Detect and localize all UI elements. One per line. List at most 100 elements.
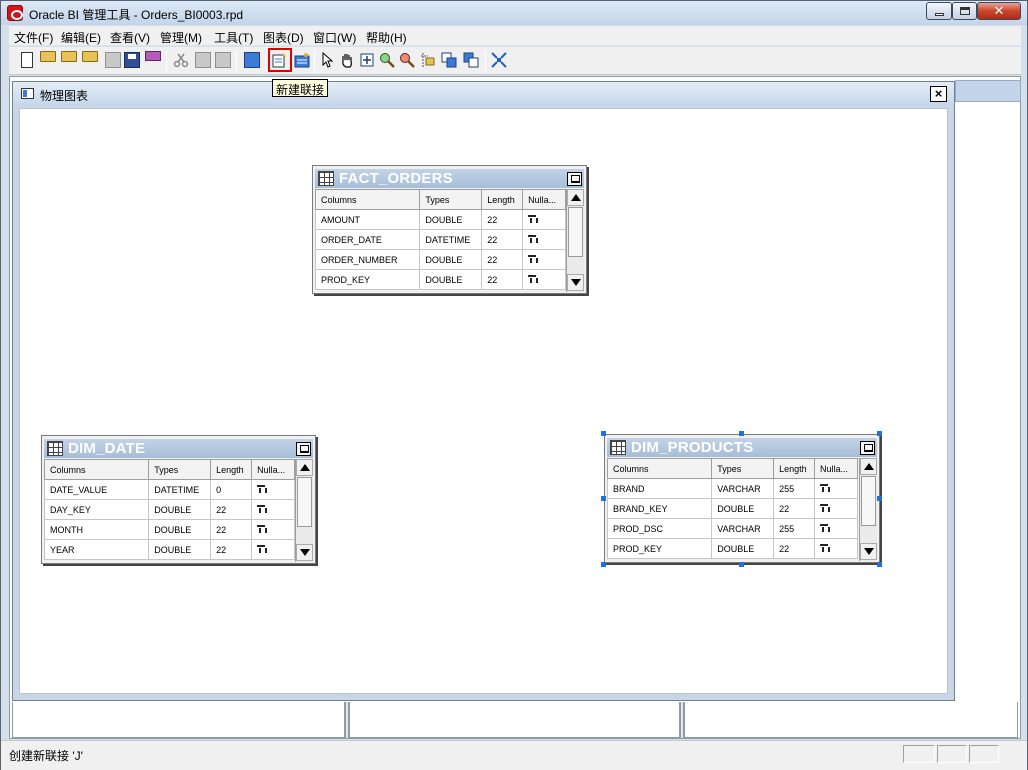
menu-window[interactable]: 窗口(W) [313, 29, 356, 46]
expand-tables-icon[interactable] [441, 52, 457, 68]
cut-icon[interactable] [173, 52, 189, 68]
column-header-nullable[interactable]: Nulla... [522, 189, 566, 210]
column-length: 255 [773, 518, 816, 539]
paste-icon[interactable] [215, 52, 231, 68]
table-header[interactable]: DIM_PRODUCTS [607, 438, 877, 457]
title-bar[interactable]: Oracle BI 管理工具 - Orders_BI0003.rpd ✕ [1, 1, 1027, 25]
bottom-pane-right[interactable] [684, 702, 1018, 738]
restore-table-button[interactable] [296, 442, 311, 456]
table-row[interactable]: PROD_DSC VARCHAR 255 [606, 518, 858, 539]
collapse-tables-icon[interactable] [463, 52, 479, 68]
pan-hand-icon[interactable] [339, 52, 355, 68]
scroll-thumb[interactable] [297, 477, 312, 527]
nullable-cell [522, 229, 566, 250]
save-icon[interactable] [124, 52, 140, 68]
oracle-app-icon[interactable] [7, 5, 23, 21]
menu-view[interactable]: 查看(V) [110, 29, 150, 46]
selection-handle[interactable] [877, 496, 882, 501]
table-row[interactable]: PROD_KEY DOUBLE 22 [606, 538, 858, 559]
close-diagram-button[interactable]: × [930, 86, 947, 102]
table-header[interactable]: FACT_ORDERS [315, 169, 584, 188]
column-header-length[interactable]: Length [210, 459, 253, 480]
new-file-icon[interactable] [21, 52, 33, 68]
menu-file[interactable]: 文件(F) [14, 29, 53, 46]
column-header-types[interactable]: Types [148, 459, 212, 480]
column-header-types[interactable]: Types [711, 458, 775, 479]
column-header-columns[interactable]: Columns [606, 458, 713, 479]
menu-help[interactable]: 帮助(H) [366, 29, 407, 46]
table-row[interactable]: AMOUNT DOUBLE 22 [314, 209, 566, 230]
column-header-nullable[interactable]: Nulla... [251, 459, 295, 480]
fit-window-icon[interactable] [491, 52, 507, 68]
selection-handle[interactable] [739, 431, 744, 436]
selection-handle[interactable] [739, 562, 744, 567]
scroll-down-icon[interactable] [567, 274, 584, 291]
scroll-down-icon[interactable] [860, 543, 877, 560]
table-name: FACT_ORDERS [339, 170, 453, 187]
scroll-up-icon[interactable] [296, 459, 313, 476]
scroll-up-icon[interactable] [567, 189, 584, 206]
new-join-icon[interactable] [268, 48, 292, 72]
column-header-types[interactable]: Types [419, 189, 483, 210]
menu-tools[interactable]: 工具(T) [214, 29, 253, 46]
physical-diagram-titlebar[interactable]: 物理图表 × [13, 82, 954, 106]
table-row[interactable]: BRAND VARCHAR 255 [606, 478, 858, 499]
restore-table-button[interactable] [567, 172, 582, 186]
column-header-nullable[interactable]: Nulla... [814, 458, 858, 479]
new-complex-join-icon[interactable] [294, 52, 310, 68]
menu-manage[interactable]: 管理(M) [160, 29, 202, 46]
table-row[interactable]: ORDER_NUMBER DOUBLE 22 [314, 249, 566, 270]
diagram-canvas[interactable]: FACT_ORDERS Columns Types Length Nulla..… [19, 108, 948, 694]
column-header-length[interactable]: Length [773, 458, 816, 479]
table-row[interactable]: BRAND_KEY DOUBLE 22 [606, 498, 858, 519]
vertical-scrollbar[interactable] [295, 459, 313, 562]
table-row[interactable]: ORDER_DATE DATETIME 22 [314, 229, 566, 250]
table-fact-orders[interactable]: FACT_ORDERS Columns Types Length Nulla..… [312, 165, 587, 294]
open-cache-icon[interactable] [82, 51, 98, 62]
copy-icon[interactable] [195, 52, 211, 68]
auto-layout-icon[interactable] [420, 52, 436, 68]
column-header-columns[interactable]: Columns [43, 459, 150, 480]
print-icon[interactable] [145, 51, 161, 61]
scroll-thumb[interactable] [568, 207, 583, 257]
column-header-length[interactable]: Length [481, 189, 524, 210]
bottom-pane-left[interactable] [12, 702, 345, 738]
selection-handle[interactable] [601, 562, 606, 567]
minimize-button[interactable] [926, 2, 952, 20]
selection-handle[interactable] [877, 562, 882, 567]
scroll-thumb[interactable] [861, 476, 876, 526]
table-row[interactable]: YEAR DOUBLE 22 [43, 539, 295, 560]
zoom-fit-icon[interactable] [359, 52, 375, 68]
background-window-header[interactable] [955, 80, 1021, 102]
nullable-icon [528, 274, 539, 283]
table-row[interactable]: MONTH DOUBLE 22 [43, 519, 295, 540]
vertical-scrollbar[interactable] [859, 458, 877, 561]
maximize-button[interactable] [952, 2, 977, 20]
open-online-icon[interactable] [61, 51, 77, 62]
zoom-in-icon[interactable] [379, 52, 395, 68]
table-row[interactable]: PROD_KEY DOUBLE 22 [314, 269, 566, 290]
menu-diagram[interactable]: 图表(D) [263, 29, 304, 46]
selection-handle[interactable] [601, 431, 606, 436]
restore-table-button[interactable] [860, 441, 875, 455]
check-consistency-icon[interactable] [244, 52, 260, 68]
table-dim-products[interactable]: DIM_PRODUCTS Columns Types Length Nulla.… [604, 434, 880, 563]
column-length: 22 [210, 499, 253, 520]
table-row[interactable]: DAY_KEY DOUBLE 22 [43, 499, 295, 520]
scroll-up-icon[interactable] [860, 458, 877, 475]
selection-handle[interactable] [601, 496, 606, 501]
bottom-pane-middle[interactable] [349, 702, 680, 738]
close-file-icon[interactable] [105, 52, 121, 68]
menu-edit[interactable]: 编辑(E) [61, 29, 101, 46]
table-row[interactable]: DATE_VALUE DATETIME 0 [43, 479, 295, 500]
column-header-columns[interactable]: Columns [314, 189, 421, 210]
open-folder-icon[interactable] [40, 51, 56, 62]
table-dim-date[interactable]: DIM_DATE Columns Types Length Nulla... D… [41, 435, 316, 564]
scroll-down-icon[interactable] [296, 544, 313, 561]
zoom-out-icon[interactable] [399, 52, 415, 68]
vertical-scrollbar[interactable] [566, 189, 584, 292]
select-arrow-icon[interactable] [319, 51, 335, 68]
close-window-button[interactable]: ✕ [977, 2, 1021, 20]
table-header[interactable]: DIM_DATE [44, 439, 313, 458]
selection-handle[interactable] [877, 431, 882, 436]
